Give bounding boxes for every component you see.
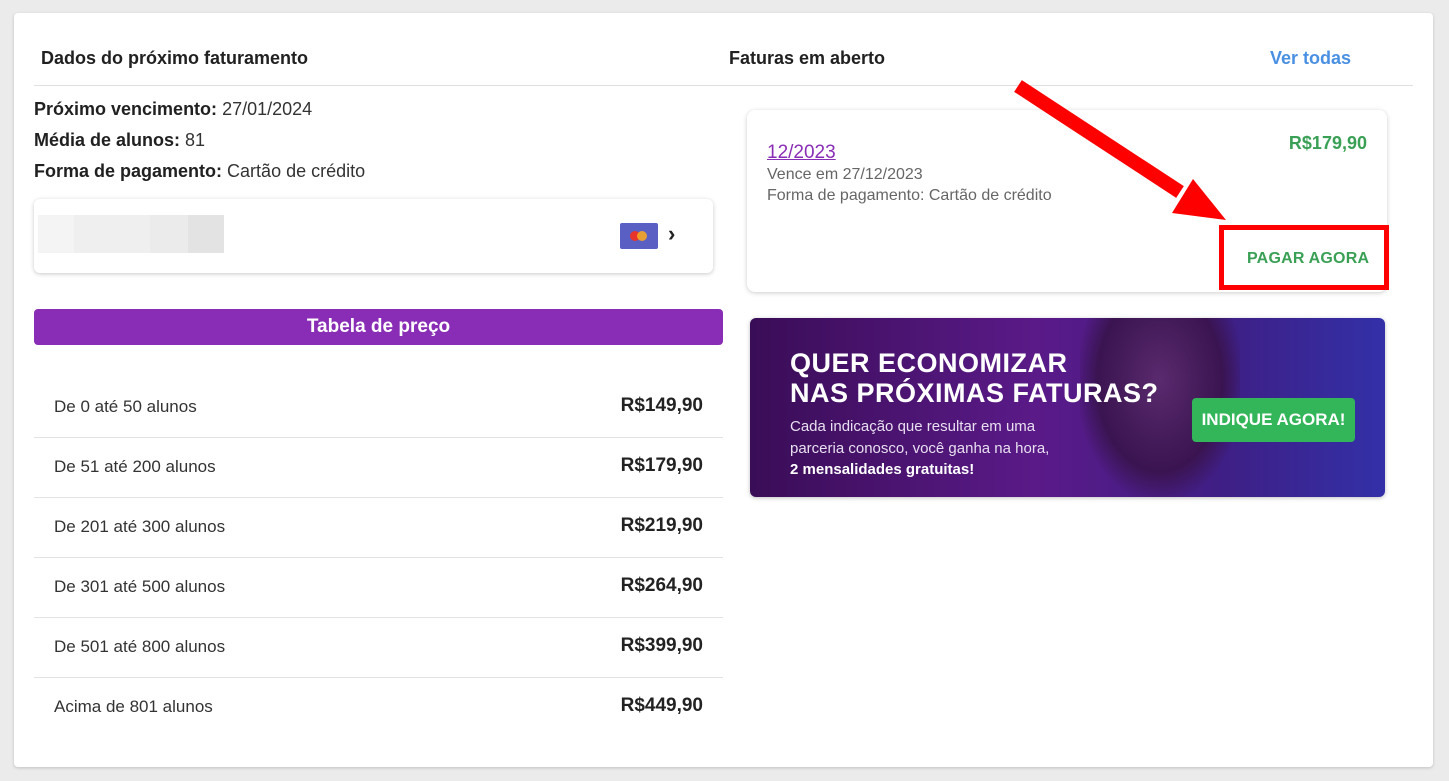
chevron-right-icon[interactable]: › [668,221,675,247]
banner-body-line2: parceria conosco, você ganha na hora, [790,440,1050,457]
invoice-due-date: Vence em 27/12/2023 [767,166,923,183]
redacted-card-number-part [74,215,150,253]
mastercard-icon [620,223,658,249]
next-due-label: Próximo vencimento: [34,99,218,119]
avg-students-value: 81 [185,130,206,150]
banner-title-line2: NAS PRÓXIMAS FATURAS? [790,378,1159,408]
banner-body-line3: 2 mensalidades gratuitas! [790,461,975,478]
invoice-payment-method: Forma de pagamento: Cartão de crédito [767,187,1052,204]
payment-method-label: Forma de pagamento: [34,161,223,181]
invoice-amount: R$179,90 [1288,133,1367,153]
price-row-value: R$149,90 [620,395,703,416]
price-row-label: De 501 até 800 alunos [54,637,226,656]
price-row-value: R$449,90 [620,695,703,716]
header-divider [34,85,1413,86]
price-row: De 301 até 500 alunos R$264,90 [34,557,723,618]
price-row: De 201 até 300 alunos R$219,90 [34,497,723,558]
next-due-line: Próximo vencimento: 27/01/2024 [34,99,312,120]
payment-method-line: Forma de pagamento: Cartão de crédito [34,161,365,182]
payment-method-value: Cartão de crédito [227,161,366,181]
avg-students-line: Média de alunos: 81 [34,130,205,151]
price-row: Acima de 801 alunos R$449,90 [34,677,723,737]
credit-card-selector[interactable]: › [34,199,713,273]
price-row: De 0 até 50 alunos R$149,90 [34,377,723,438]
see-all-link[interactable]: Ver todas [1270,48,1351,69]
redacted-card-number-part [150,215,188,253]
price-row-label: De 0 até 50 alunos [54,397,197,416]
avg-students-label: Média de alunos: [34,130,181,150]
banner-body-line1: Cada indicação que resultar em uma [790,418,1036,435]
price-row: De 51 até 200 alunos R$179,90 [34,437,723,498]
mastercard-circle-orange [637,231,647,241]
banner-title-line1: QUER ECONOMIZAR [790,348,1068,378]
price-row-value: R$219,90 [620,515,703,536]
referral-banner[interactable]: QUER ECONOMIZAR NAS PRÓXIMAS FATURAS? Ca… [750,318,1385,497]
annotation-highlight-box [1219,225,1389,290]
price-row-value: R$399,90 [620,635,703,656]
open-invoices-title: Faturas em aberto [729,48,886,68]
next-billing-title: Dados do próximo faturamento [41,48,309,68]
price-row-label: De 51 até 200 alunos [54,457,216,476]
refer-now-button[interactable]: INDIQUE AGORA! [1192,398,1355,442]
price-row-label: De 301 até 500 alunos [54,577,226,596]
next-due-value: 27/01/2024 [222,99,313,119]
price-row: De 501 até 800 alunos R$399,90 [34,617,723,678]
price-row-value: R$264,90 [620,575,703,596]
redacted-card-number-part [188,215,224,253]
redacted-card-number [38,215,74,253]
invoice-month-link[interactable]: 12/2023 [767,142,836,164]
price-row-label: Acima de 801 alunos [54,697,213,716]
price-row-value: R$179,90 [620,455,703,476]
price-table-header: Tabela de preço [34,309,723,345]
price-row-label: De 201 até 300 alunos [54,517,226,536]
